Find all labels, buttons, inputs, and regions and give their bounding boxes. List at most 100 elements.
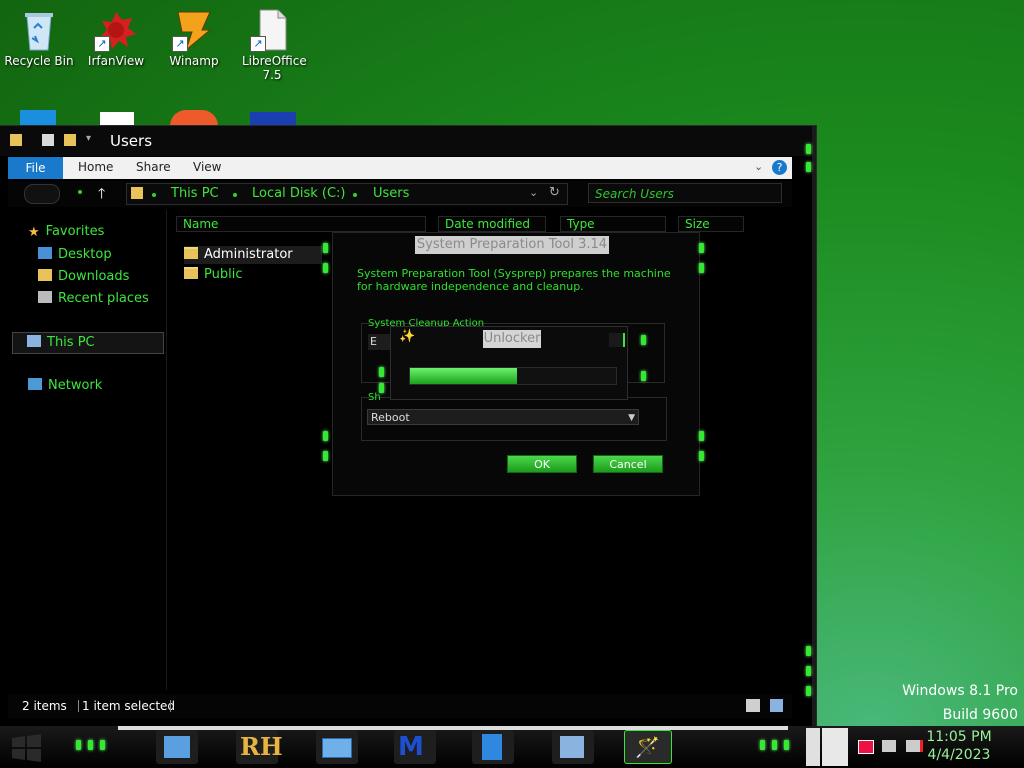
tab-share[interactable]: Share [136, 160, 171, 174]
unlocker-dialog[interactable]: ✨ Unlocker [379, 326, 646, 400]
nav-downloads[interactable]: Downloads [38, 269, 129, 284]
file-name: Administrator [204, 247, 293, 262]
column-header-name[interactable]: Name [176, 216, 426, 232]
nav-recent-places[interactable]: Recent places [38, 291, 149, 306]
separator-dot-icon [233, 193, 237, 197]
taskbar-app-document[interactable] [472, 730, 514, 764]
winamp-icon: ↗ [172, 8, 216, 52]
details-view-icon[interactable] [746, 699, 760, 712]
taskbar-app-network[interactable] [552, 730, 594, 764]
start-button[interactable] [8, 734, 44, 762]
taskbar-scroll[interactable] [806, 728, 820, 766]
clock-time: 11:05 PM [926, 729, 992, 745]
downloads-icon [38, 269, 52, 281]
nav-favorites[interactable]: ★ Favorites [28, 224, 105, 240]
partial-desktop-icon[interactable] [250, 112, 296, 126]
partial-desktop-icon[interactable] [20, 110, 56, 126]
taskbar-clock[interactable]: 11:05 PM 4/4/2023 [914, 728, 1004, 764]
breadcrumb-users[interactable]: Users [373, 186, 409, 201]
window-icon [322, 738, 352, 758]
chevron-down-icon[interactable]: ⌄ [529, 186, 538, 199]
column-header-type[interactable]: Type [560, 216, 666, 232]
desktop-icon-libreoffice[interactable]: ↗ LibreOffice 7.5 [234, 8, 310, 82]
folder-icon [184, 267, 198, 279]
nav-this-pc-selected[interactable]: This PC [12, 332, 164, 354]
desktop-icon-winamp[interactable]: ↗ Winamp [156, 8, 232, 68]
taskbar-led [76, 740, 81, 750]
taskbar-rail [118, 726, 788, 730]
recent-places-icon [38, 291, 52, 303]
desktop-icon-label: LibreOffice 7.5 [242, 54, 307, 82]
taskbar-app-control-panel[interactable] [156, 730, 198, 764]
windows-build-label: Build 9600 [942, 707, 1018, 723]
taskbar-app-unlocker-active[interactable]: 🪄 [624, 730, 672, 764]
frame-led [323, 263, 328, 273]
column-header-size[interactable]: Size [678, 216, 744, 232]
taskbar: RH M 🪄 11:05 PM 4/4/2023 [0, 726, 1024, 768]
navigation-pane: ★ Favorites Desktop Downloads Recent plac… [8, 210, 167, 690]
breadcrumb-this-pc[interactable]: This PC [171, 186, 219, 201]
desktop-icon-recycle-bin[interactable]: Recycle Bin [1, 8, 77, 68]
unlocker-corner-icon [609, 333, 625, 347]
shortcut-arrow-icon: ↗ [250, 36, 266, 52]
cancel-button[interactable]: Cancel [593, 455, 663, 473]
taskbar-led [88, 740, 93, 750]
search-input[interactable]: Search Users [588, 183, 782, 203]
control-panel-icon [164, 736, 190, 758]
file-row-public[interactable]: Public [184, 266, 242, 284]
frame-led [323, 431, 328, 441]
address-box[interactable]: This PC Local Disk (C:) Users ⌄ ↻ [126, 183, 568, 205]
show-hidden-icons[interactable] [822, 728, 848, 766]
shortcut-arrow-icon: ↗ [94, 36, 110, 52]
shutdown-options-label: Sh [368, 392, 381, 403]
frame-led [806, 686, 811, 696]
frame-led [379, 367, 384, 377]
nav-network[interactable]: Network [28, 378, 102, 393]
desktop-icon-irfanview[interactable]: ↗ IrfanView [78, 8, 154, 68]
frame-led [699, 243, 704, 253]
nav-label: Favorites [45, 224, 105, 239]
taskbar-app-malwarebytes[interactable]: M [394, 730, 436, 764]
chevron-down-icon: ▼ [628, 413, 635, 423]
taskbar-app-rh[interactable]: RH [236, 730, 283, 764]
refresh-icon[interactable]: ↻ [549, 185, 560, 200]
ribbon-tabs: File Home Share View ⌄ ? [8, 157, 792, 179]
breadcrumb-local-disk[interactable]: Local Disk (C:) [252, 186, 345, 201]
back-button[interactable] [24, 184, 60, 204]
action-center-flag-icon[interactable] [858, 740, 874, 754]
frame-led [806, 666, 811, 676]
up-arrow-icon[interactable]: 🡑 [98, 183, 105, 207]
file-row-administrator[interactable]: Administrator [184, 246, 322, 264]
chevron-down-icon[interactable]: ⌄ [754, 160, 763, 173]
dialog-description: System Preparation Tool (Sysprep) prepar… [357, 267, 671, 293]
status-bar: 2 items 1 item selected [8, 694, 792, 718]
status-selected-count: 1 item selected [82, 699, 176, 713]
chevron-down-icon[interactable]: ▾ [86, 133, 91, 144]
nav-label: Desktop [58, 247, 112, 262]
cleanup-action-select[interactable]: E [368, 334, 390, 350]
large-icons-view-icon[interactable] [770, 699, 783, 712]
nav-desktop[interactable]: Desktop [38, 247, 112, 262]
explorer-titlebar[interactable]: ▾ Users [0, 126, 812, 156]
help-icon[interactable]: ? [772, 160, 787, 175]
frame-led [699, 431, 704, 441]
tab-home[interactable]: Home [78, 160, 113, 174]
nav-label: Recent places [58, 291, 149, 306]
properties-icon[interactable] [42, 134, 54, 146]
tab-view[interactable]: View [193, 160, 221, 174]
frame-led [323, 451, 328, 461]
shutdown-options-select[interactable]: Reboot ▼ [367, 409, 639, 425]
column-header-date-modified[interactable]: Date modified [438, 216, 546, 232]
ok-button[interactable]: OK [507, 455, 577, 473]
star-icon: ★ [28, 225, 40, 240]
partial-desktop-icon[interactable] [100, 112, 134, 126]
tab-file[interactable]: File [8, 157, 63, 179]
forward-dot-icon[interactable] [78, 190, 82, 194]
dialog-title: System Preparation Tool 3.14 [415, 236, 609, 254]
network-tray-icon[interactable] [882, 740, 896, 752]
new-folder-icon[interactable] [64, 134, 76, 146]
taskbar-led [760, 740, 765, 750]
taskbar-app-window[interactable] [316, 730, 358, 764]
magic-wand-icon: 🪄 [635, 735, 660, 759]
partial-desktop-icon[interactable] [170, 110, 218, 126]
